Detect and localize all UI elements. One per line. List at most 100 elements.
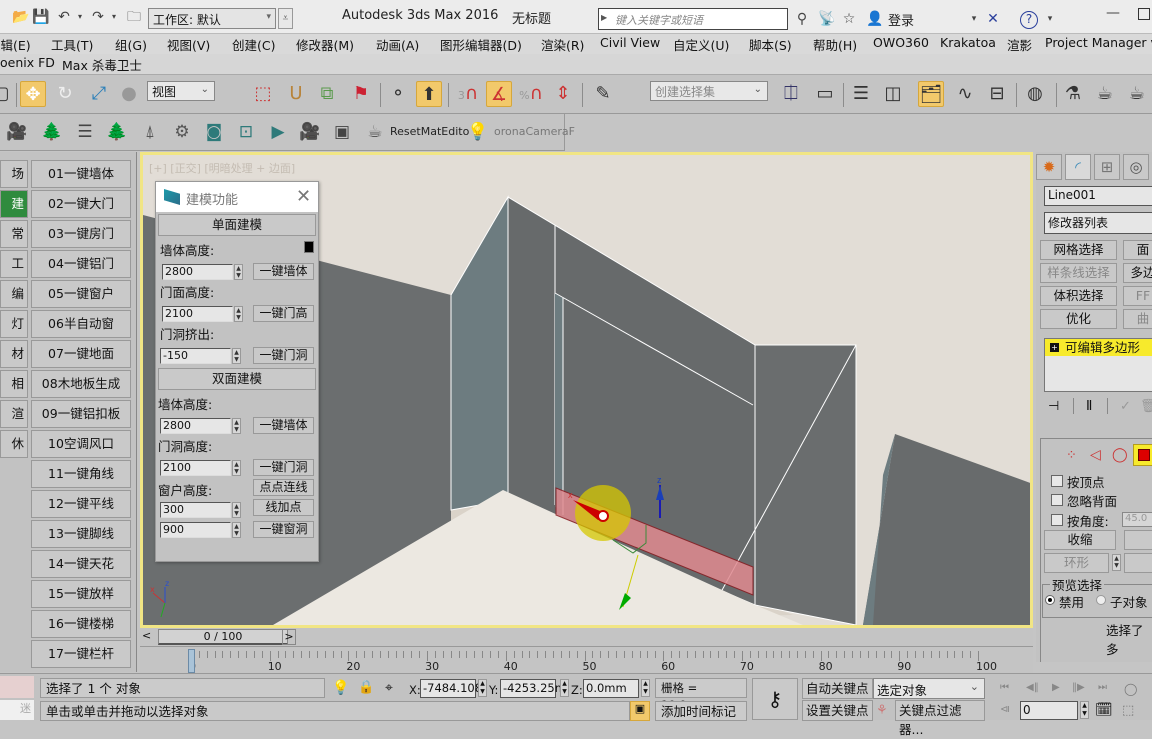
modifier-button[interactable]: 体积选择 bbox=[1040, 286, 1117, 306]
window-value2-input[interactable]: 900 bbox=[160, 522, 231, 538]
minimize-icon[interactable]: — bbox=[1105, 5, 1121, 21]
layer-explorer-icon[interactable]: ◫ bbox=[880, 81, 906, 107]
help-icon[interactable]: ? bbox=[1020, 11, 1038, 29]
camera-icon[interactable]: 🎥 bbox=[5, 120, 29, 144]
time-slider-thumb[interactable]: 0 / 100 bbox=[158, 629, 288, 645]
door-height-button[interactable]: 一键门高 bbox=[253, 305, 314, 322]
d-wall-height-input[interactable]: 2800 bbox=[160, 418, 231, 434]
menu-krakatoa[interactable]: Krakatoa bbox=[940, 35, 996, 50]
dialog-header[interactable]: 建模功能 ✕ bbox=[156, 182, 318, 212]
percent-snap-icon[interactable]: %∩ bbox=[518, 81, 544, 107]
frame-spinner[interactable]: ▲ ▼ bbox=[1080, 701, 1089, 719]
modifier-stack-item[interactable]: + 可编辑多边形 bbox=[1045, 339, 1152, 356]
function-button[interactable]: 16一键楼梯 bbox=[31, 610, 131, 638]
y-spinner[interactable]: ▲ ▼ bbox=[560, 679, 569, 697]
open-icon[interactable]: 📂 bbox=[12, 9, 29, 25]
shrink-button[interactable]: 收缩 bbox=[1044, 530, 1116, 550]
add-point-button[interactable]: 线加点 bbox=[253, 499, 314, 516]
menu-owo360[interactable]: OWO360 bbox=[873, 35, 929, 50]
teapot-icon[interactable]: ☕ bbox=[363, 120, 387, 144]
login-button[interactable]: 登录 bbox=[888, 10, 914, 29]
z-coordinate-input[interactable]: 0.0mm bbox=[583, 679, 639, 698]
vertex-mode-icon[interactable]: ⁘ bbox=[1066, 448, 1077, 463]
redo-icon[interactable]: ↷ bbox=[90, 9, 106, 25]
function-button[interactable]: 01一键墙体 bbox=[31, 160, 131, 188]
angle-input[interactable]: 45.0 bbox=[1122, 512, 1152, 527]
key-filters-button[interactable]: 关键点过滤器... bbox=[895, 700, 985, 737]
single-side-section[interactable]: 单面建模 bbox=[158, 214, 316, 236]
radio-disabled[interactable] bbox=[1045, 595, 1055, 605]
search-input[interactable]: ▶ 键入关键字或短语 bbox=[598, 8, 788, 30]
render-setup-icon[interactable]: ⚗ bbox=[1060, 81, 1086, 107]
satellite-icon[interactable]: 📡 bbox=[818, 11, 835, 27]
remove-modifier-icon[interactable]: 🗑 bbox=[1140, 399, 1152, 414]
menu-civil-view[interactable]: Civil View bbox=[600, 35, 660, 50]
select-object-icon[interactable]: ▢ bbox=[0, 81, 14, 107]
close-icon[interactable]: ✕ bbox=[296, 186, 311, 207]
modifier-button[interactable]: 多边 bbox=[1123, 263, 1152, 283]
wall-height-input[interactable]: 2800 bbox=[162, 264, 233, 280]
time-configuration-icon[interactable]: 🗓 bbox=[1095, 702, 1113, 718]
menu-customize[interactable]: 自定义(U) bbox=[673, 35, 729, 54]
menu-help[interactable]: 帮助(H) bbox=[813, 35, 857, 54]
window-icon[interactable]: ▣ bbox=[330, 120, 354, 144]
timeline-ruler[interactable]: 0102030405060708090100 bbox=[140, 646, 1033, 673]
loop-button[interactable] bbox=[1124, 553, 1152, 573]
goto-start-icon[interactable]: ⏮ bbox=[1000, 682, 1009, 693]
category-tab[interactable]: 工具 bbox=[0, 250, 28, 278]
save-icon[interactable]: 💾 bbox=[32, 9, 49, 25]
gear-ring-icon[interactable]: ⚙ bbox=[170, 120, 194, 144]
help-dropdown-icon[interactable]: ▾ bbox=[1042, 11, 1058, 27]
reset-mat-editor-button[interactable]: ResetMatEdito bbox=[390, 125, 469, 138]
project-folder-icon[interactable]: 🗀 bbox=[126, 9, 142, 25]
grow-button[interactable] bbox=[1124, 530, 1152, 550]
menu-graph-editors[interactable]: 图形编辑器(D) bbox=[440, 35, 522, 54]
door-extrude-input[interactable]: -150 bbox=[160, 348, 231, 364]
menu-rendering[interactable]: 渲染(R) bbox=[541, 35, 584, 54]
render-production-icon[interactable]: ☕ bbox=[1124, 81, 1150, 107]
menu-modifiers[interactable]: 修改器(M) bbox=[296, 35, 354, 54]
show-end-result-icon[interactable]: Ⅱ bbox=[1086, 399, 1092, 414]
function-button[interactable]: 02一键大门 bbox=[31, 190, 131, 218]
function-button[interactable]: 11一键角线 bbox=[31, 460, 131, 488]
keyboard-shortcut-override-icon[interactable]: ⧉ bbox=[314, 81, 340, 107]
customize-quick-access-button[interactable]: ⩡ bbox=[278, 8, 293, 29]
zoom-region-icon[interactable]: ⬚ bbox=[1122, 703, 1134, 718]
d-wall-button[interactable]: 一键墙体 bbox=[253, 417, 314, 434]
absolute-mode-icon[interactable]: ⌖ bbox=[385, 680, 393, 696]
door-height-input[interactable]: 2100 bbox=[162, 306, 233, 322]
ring-spinner[interactable]: ▲ ▼ bbox=[1112, 554, 1121, 571]
tree-icon[interactable]: 🌲 bbox=[105, 120, 129, 144]
function-button[interactable]: 07一键地面 bbox=[31, 340, 131, 368]
make-unique-icon[interactable]: ✓ bbox=[1120, 399, 1131, 414]
pin-stack-icon[interactable]: ⊣ bbox=[1048, 399, 1059, 414]
modifier-button[interactable]: 优化 bbox=[1040, 309, 1117, 329]
maximize-icon[interactable] bbox=[1138, 8, 1150, 20]
snaps-toggle-icon[interactable]: 3∩ bbox=[455, 81, 481, 107]
lightbulb-icon[interactable]: 💡 bbox=[466, 120, 490, 144]
maxscript-mini-listener[interactable]: 迷 bbox=[0, 700, 34, 720]
expand-search-icon[interactable]: ▶ bbox=[601, 13, 607, 22]
wall-height-spinner[interactable]: ▲ ▼ bbox=[234, 264, 243, 280]
align-icon[interactable]: ▭ bbox=[812, 81, 838, 107]
goto-end-icon[interactable]: ⏭ bbox=[1098, 682, 1107, 693]
key-mode-toggle-icon[interactable]: ◯ bbox=[1124, 682, 1137, 696]
modify-tab-icon[interactable]: ◜ bbox=[1065, 154, 1091, 180]
ignore-backface-checkbox[interactable] bbox=[1051, 494, 1063, 506]
window-value2-spinner[interactable]: ▲ ▼ bbox=[232, 522, 241, 538]
modifier-list-dropdown[interactable]: 修改器列表 bbox=[1044, 212, 1152, 234]
select-rotate-icon[interactable]: ↻ bbox=[52, 81, 78, 107]
door-height-spinner[interactable]: ▲ ▼ bbox=[234, 306, 243, 322]
play-window-icon[interactable]: ▶ bbox=[266, 120, 290, 144]
modifier-button[interactable]: FF bbox=[1123, 286, 1152, 306]
menu-create[interactable]: 创建(C) bbox=[232, 35, 275, 54]
binoculars-icon[interactable]: ⚲ bbox=[794, 11, 810, 27]
function-button[interactable]: 09一键铝扣板 bbox=[31, 400, 131, 428]
modifier-button[interactable]: 网格选择 bbox=[1040, 240, 1117, 260]
x-spinner[interactable]: ▲ ▼ bbox=[478, 679, 487, 697]
schematic-link-icon[interactable]: ⚑ bbox=[348, 81, 374, 107]
gizmo-center[interactable] bbox=[597, 510, 609, 522]
color-swatch[interactable] bbox=[304, 241, 314, 253]
function-button[interactable]: 03一键房门 bbox=[31, 220, 131, 248]
list-icon[interactable]: ☰ bbox=[73, 120, 97, 144]
